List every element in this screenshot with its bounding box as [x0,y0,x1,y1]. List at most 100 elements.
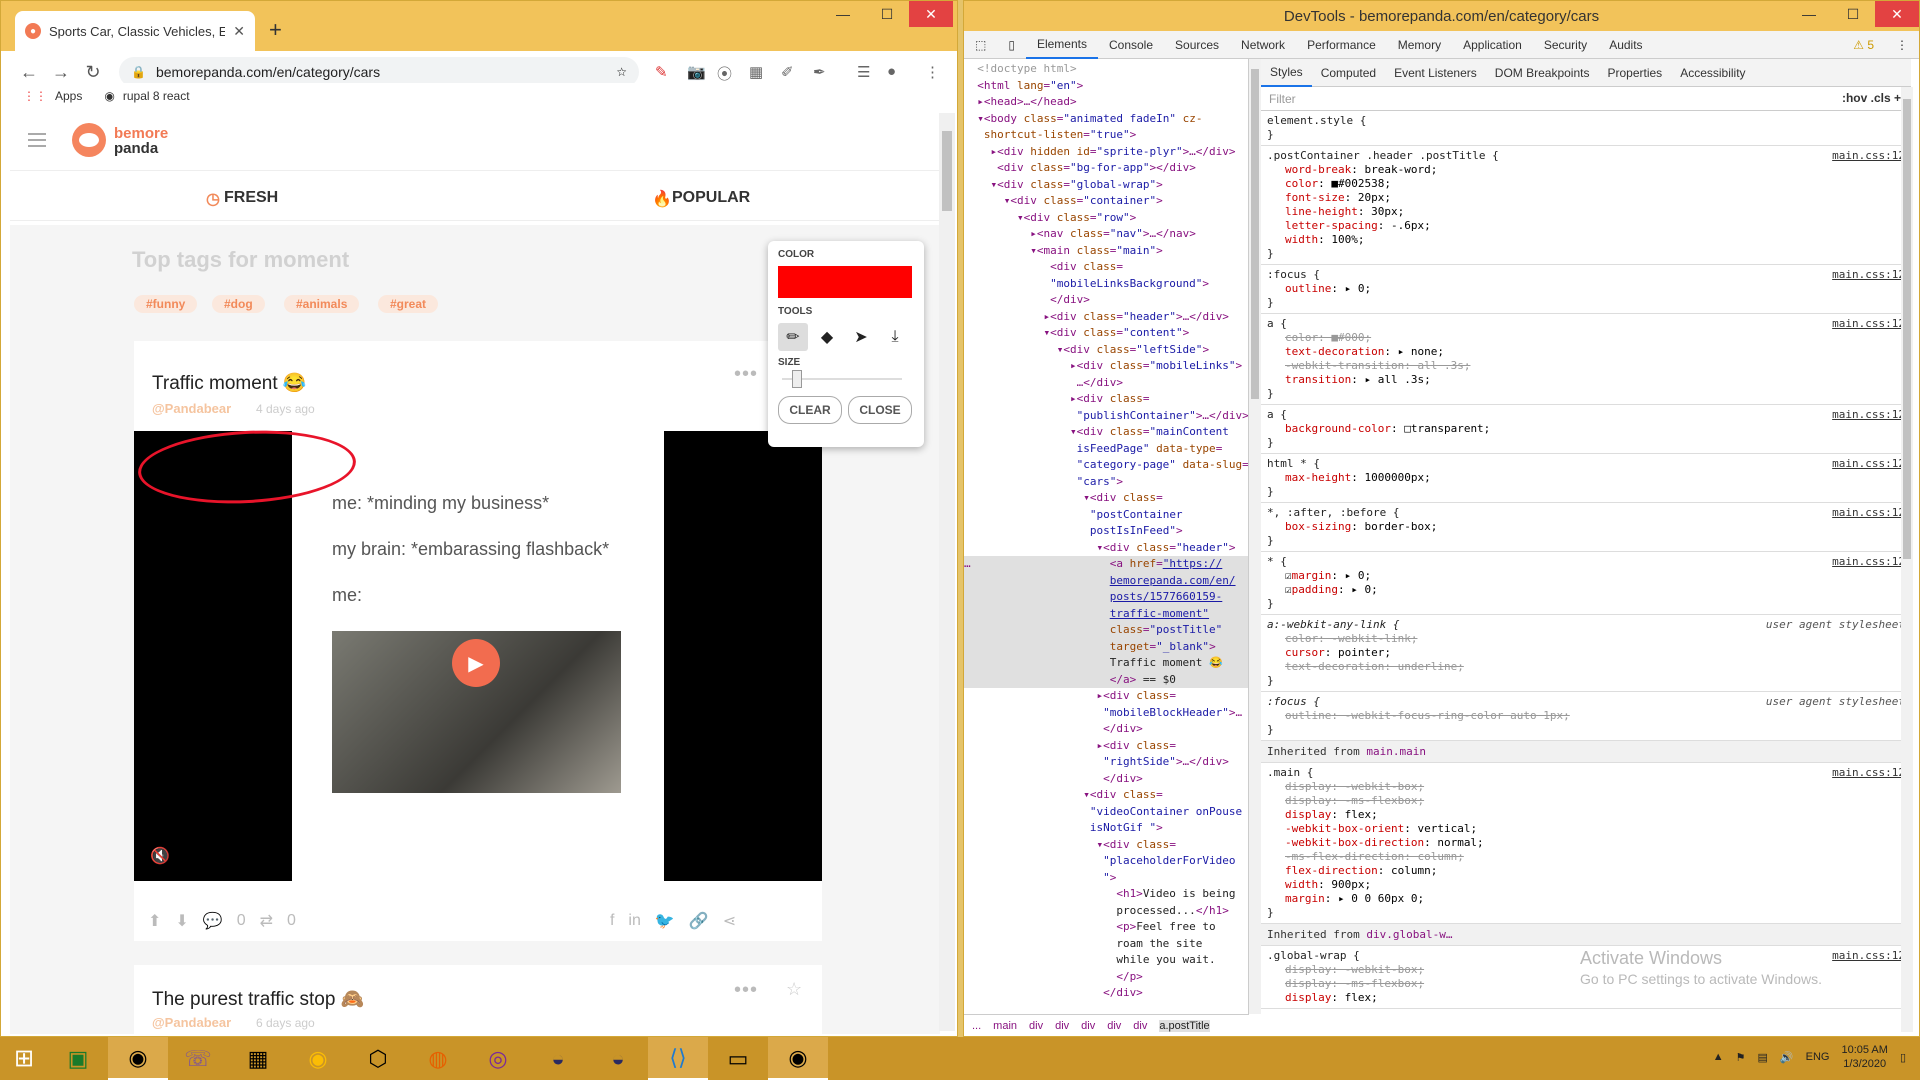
apps-icon[interactable]: ⋮⋮ [23,89,47,103]
browser-tab[interactable]: ● Sports Car, Classic Vehicles, Elect ✕ [15,11,255,51]
twitter-icon[interactable]: 🐦 [655,911,675,931]
site-logo-text[interactable]: bemore panda [114,126,168,156]
share-icon[interactable]: ⇄ [260,911,273,931]
rubik-icon[interactable]: ▦ [228,1037,288,1080]
tab-dom-breakpoints[interactable]: DOM Breakpoints [1486,59,1599,87]
bookmark-rupal[interactable]: rupal 8 react [123,89,190,103]
tab-elements[interactable]: Elements [1025,31,1098,59]
crumb[interactable]: ... [972,1020,981,1032]
eraser-icon[interactable]: ◆ [812,323,842,351]
tab-sources[interactable]: Sources [1164,31,1230,59]
maximize-button[interactable]: ☐ [865,1,909,27]
viber-icon[interactable]: ☏ [168,1037,228,1080]
playlist-extension-icon[interactable]: ☰ [857,63,870,81]
minimize-button[interactable]: — [1787,1,1831,27]
reload-icon[interactable]: ↻ [77,62,109,83]
back-icon[interactable]: ← [13,62,45,83]
warning-count[interactable]: ⚠ 5 [1842,31,1885,59]
grid-extension-icon[interactable]: ▦ [749,63,763,81]
bookmark-star-icon[interactable]: ☆ [616,65,627,79]
more-options-icon[interactable]: ••• [734,363,758,386]
tab-accessibility[interactable]: Accessibility [1671,59,1754,87]
post-author[interactable]: @Pandabear [152,1015,231,1030]
hamburger-icon[interactable] [28,133,46,147]
crumb[interactable]: div [1133,1020,1147,1032]
device-icon[interactable]: ▯ [997,31,1026,59]
tag-funny[interactable]: #funny [134,295,198,313]
color-swatch[interactable] [778,266,912,298]
avatar[interactable]: ● [887,63,896,80]
firefox-icon[interactable]: ◍ [408,1037,468,1080]
clock[interactable]: 10:05 AM 1/3/2020 [1841,1043,1887,1071]
download-icon[interactable]: ⤓ [880,323,910,351]
close-tab-icon[interactable]: ✕ [233,23,245,40]
code-extension-icon[interactable]: ⦿ [717,63,732,84]
close-button[interactable]: CLOSE [848,396,912,424]
new-tab-button[interactable]: + [269,17,282,43]
tab-audits[interactable]: Audits [1598,31,1653,59]
favorite-star-icon[interactable]: ☆ [786,979,802,1000]
size-slider[interactable] [778,368,914,390]
menu-icon[interactable]: ⋮ [925,63,940,81]
pen-extension-icon[interactable]: ✎ [655,63,668,81]
elements-scrollbar[interactable] [1249,59,1261,1014]
tab-computed[interactable]: Computed [1312,59,1385,87]
mute-icon[interactable]: 🔇 [150,846,170,866]
tab-memory[interactable]: Memory [1387,31,1452,59]
crumb[interactable]: div [1081,1020,1095,1032]
eclipse2-icon[interactable]: ◒ [588,1037,648,1080]
hov-cls-toggles[interactable]: :hov .cls + [1842,91,1901,105]
windows-start-icon[interactable]: ⊞ [0,1037,48,1080]
tor-icon[interactable]: ◎ [468,1037,528,1080]
tab-event-listeners[interactable]: Event Listeners [1385,59,1486,87]
nav-popular[interactable]: POPULAR [672,189,750,207]
tab-properties[interactable]: Properties [1598,59,1671,87]
comment-icon[interactable]: 💬 [203,911,223,931]
more-options-icon[interactable]: ••• [734,979,758,1002]
pencil-icon[interactable]: ✏ [778,323,808,351]
tab-styles[interactable]: Styles [1261,59,1312,87]
styles-scrollbar[interactable] [1901,87,1913,1032]
tab-security[interactable]: Security [1533,31,1598,59]
tab-network[interactable]: Network [1230,31,1296,59]
tag-animals[interactable]: #animals [284,295,360,313]
chrome2-icon[interactable]: ◉ [768,1037,828,1080]
store-icon[interactable]: ▣ [48,1037,108,1080]
cursor-icon[interactable]: ➤ [846,323,876,351]
bookmark-apps[interactable]: Apps [55,89,82,103]
tray-arrow-icon[interactable]: ▲ [1713,1051,1724,1063]
volume-icon[interactable]: 🔊 [1780,1051,1794,1064]
filter-input[interactable]: Filter [1269,92,1296,106]
post-title[interactable]: Traffic moment 😂 [152,371,307,395]
video-thumbnail[interactable]: ▶ [332,631,621,793]
flag-icon[interactable]: ⚑ [1736,1051,1746,1064]
close-window-button[interactable]: ✕ [1875,1,1919,27]
facebook-icon[interactable]: f [610,912,614,930]
styles-filter[interactable]: Filter :hov .cls + [1261,87,1911,111]
tab-console[interactable]: Console [1098,31,1164,59]
tag-great[interactable]: #great [378,295,439,313]
elements-tree[interactable]: <!doctype html> <html lang="en"> ▸<head>… [964,59,1249,1014]
crumb[interactable]: div [1055,1020,1069,1032]
camera-extension-icon[interactable]: 📷 [687,63,706,81]
notifications-icon[interactable]: ▯ [1900,1051,1906,1064]
eclipse-icon[interactable]: ◒ [528,1037,588,1080]
devtools-menu-icon[interactable]: ⋮ [1885,31,1919,59]
post-title[interactable]: The purest traffic stop 🙈 [152,987,364,1011]
forward-icon[interactable]: → [45,62,77,83]
explorer-icon[interactable]: ▭ [708,1037,768,1080]
tab-application[interactable]: Application [1452,31,1533,59]
downvote-icon[interactable]: ⬇ [175,911,188,931]
crumb[interactable]: div [1107,1020,1121,1032]
chrome-canary-icon[interactable]: ◉ [288,1037,348,1080]
link-icon[interactable]: 🔗 [689,911,709,931]
close-window-button[interactable]: ✕ [909,1,953,27]
language-indicator[interactable]: ENG [1806,1051,1830,1063]
crumb[interactable]: div [1029,1020,1043,1032]
virtualbox-icon[interactable]: ⬡ [348,1037,408,1080]
vscode-icon[interactable]: ⟨⟩ [648,1037,708,1080]
play-icon[interactable]: ▶ [452,639,500,687]
page-scrollbar[interactable] [939,113,955,1031]
network-icon[interactable]: ▤ [1758,1051,1768,1064]
post-author[interactable]: @Pandabear [152,401,231,416]
